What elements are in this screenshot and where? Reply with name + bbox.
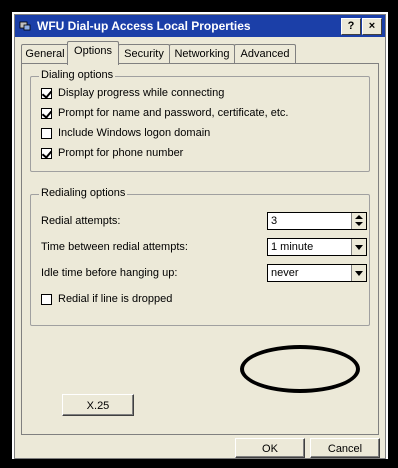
idle-time-dropdown[interactable]: never bbox=[267, 264, 367, 282]
redial-attempts-spinner[interactable]: 3 bbox=[267, 212, 367, 230]
prompt-phone-number-checkbox[interactable] bbox=[41, 147, 52, 159]
redial-attempts-value: 3 bbox=[271, 215, 278, 227]
redial-if-dropped-checkbox-row[interactable]: Redial if line is dropped bbox=[41, 291, 172, 307]
x25-button[interactable]: X.25 bbox=[62, 394, 134, 416]
dialing-options-legend: Dialing options bbox=[39, 69, 116, 81]
tab-security[interactable]: Security bbox=[118, 44, 170, 64]
network-connection-icon bbox=[19, 21, 31, 31]
redialing-options-legend: Redialing options bbox=[39, 187, 128, 199]
include-logon-domain-checkbox[interactable] bbox=[41, 127, 52, 139]
screenshot-frame: WFU Dial-up Access Local Properties ? × … bbox=[0, 0, 398, 468]
black-border-right bbox=[388, 0, 398, 468]
redialing-options-group: Redialing options Redial attempts: 3 Tim… bbox=[30, 187, 370, 326]
prompt-phone-number-label: Prompt for phone number bbox=[58, 147, 184, 159]
idle-time-value: never bbox=[271, 267, 299, 279]
cancel-button[interactable]: Cancel bbox=[310, 438, 380, 458]
tab-general[interactable]: General bbox=[21, 44, 69, 64]
time-between-value: 1 minute bbox=[271, 241, 314, 253]
ok-button[interactable]: OK bbox=[235, 438, 305, 458]
help-button[interactable]: ? bbox=[341, 18, 361, 35]
black-border-bottom bbox=[0, 459, 398, 468]
time-between-dropdown[interactable]: 1 minute bbox=[267, 238, 367, 256]
prompt-name-password-label: Prompt for name and password, certificat… bbox=[58, 107, 289, 119]
highlight-circle-annotation bbox=[240, 345, 360, 393]
time-between-label: Time between redial attempts: bbox=[41, 241, 188, 253]
redial-if-dropped-checkbox[interactable] bbox=[41, 293, 52, 305]
black-border-left bbox=[0, 0, 12, 468]
prompt-phone-number-checkbox-row[interactable]: Prompt for phone number bbox=[41, 145, 183, 161]
tab-networking[interactable]: Networking bbox=[169, 44, 235, 64]
include-logon-domain-checkbox-row[interactable]: Include Windows logon domain bbox=[41, 125, 210, 141]
redial-if-dropped-label: Redial if line is dropped bbox=[58, 293, 173, 305]
prompt-name-password-checkbox[interactable] bbox=[41, 107, 52, 119]
redial-attempts-label: Redial attempts: bbox=[41, 215, 121, 227]
include-logon-domain-label: Include Windows logon domain bbox=[58, 127, 211, 139]
display-progress-checkbox[interactable] bbox=[41, 87, 52, 99]
tab-options[interactable]: Options bbox=[67, 41, 119, 65]
idle-time-label: Idle time before hanging up: bbox=[41, 267, 178, 279]
spin-arrows-icon[interactable] bbox=[351, 213, 366, 229]
properties-dialog: WFU Dial-up Access Local Properties ? × … bbox=[14, 14, 386, 459]
dialing-options-group: Dialing options Display progress while c… bbox=[30, 69, 370, 172]
window-title: WFU Dial-up Access Local Properties bbox=[37, 19, 251, 33]
tab-advanced[interactable]: Advanced bbox=[234, 44, 296, 64]
prompt-name-password-checkbox-row[interactable]: Prompt for name and password, certificat… bbox=[41, 105, 289, 121]
black-border-top bbox=[0, 0, 398, 12]
chevron-down-icon[interactable] bbox=[351, 265, 366, 281]
display-progress-checkbox-row[interactable]: Display progress while connecting bbox=[41, 85, 224, 101]
chevron-down-icon[interactable] bbox=[351, 239, 366, 255]
display-progress-label: Display progress while connecting bbox=[58, 87, 225, 99]
close-button[interactable]: × bbox=[362, 18, 382, 35]
title-bar[interactable]: WFU Dial-up Access Local Properties ? × bbox=[15, 15, 385, 37]
